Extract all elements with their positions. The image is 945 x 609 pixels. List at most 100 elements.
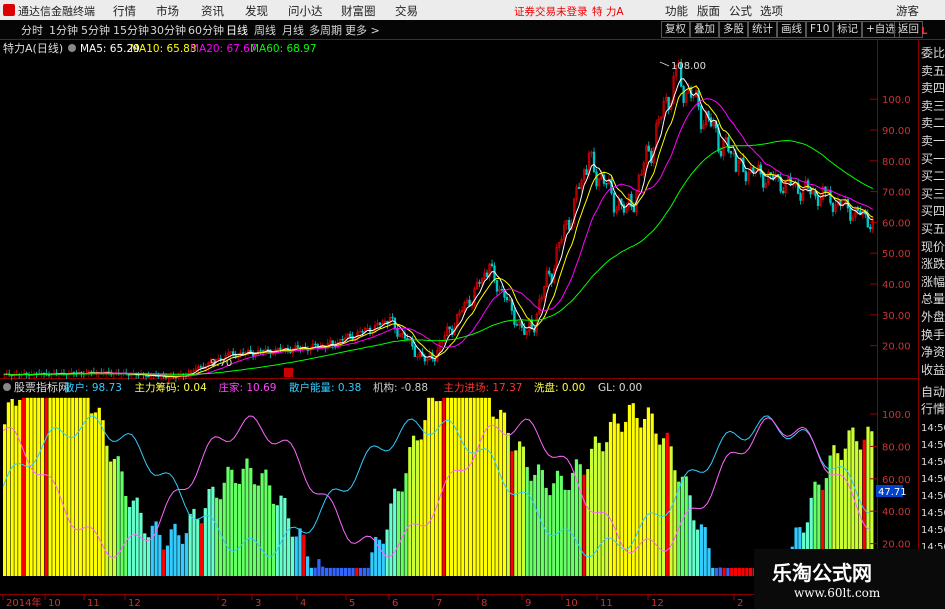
- panel-item[interactable]: 卖一: [921, 134, 945, 148]
- statistics-button[interactable]: 统计: [748, 21, 777, 38]
- candle-body: [567, 220, 571, 230]
- indicator-bar: [449, 397, 454, 576]
- indicator-bar: [733, 567, 738, 576]
- indicator-bar: [101, 420, 105, 576]
- panel-item[interactable]: 卖五: [921, 64, 945, 78]
- back-button[interactable]: 返回: [894, 21, 923, 38]
- stock-name: 特 力A: [592, 6, 624, 18]
- candle-body: [391, 316, 394, 319]
- f10-button[interactable]: F10: [806, 21, 834, 38]
- price-y-label: 60.00: [882, 218, 911, 229]
- indicator-bar: [601, 451, 605, 576]
- panel-item[interactable]: 总量: [921, 292, 945, 306]
- indicator-bar: [525, 467, 529, 576]
- panel-time: 14:50: [921, 423, 945, 434]
- indicator-bar: [279, 495, 283, 576]
- candle-body: [585, 169, 588, 176]
- indicator-bar: [241, 468, 245, 576]
- period-15min[interactable]: 15分钟: [113, 22, 149, 38]
- indicator-bar: [86, 397, 90, 576]
- panel-lower-item[interactable]: 行情: [921, 402, 945, 416]
- panel-tab-l[interactable]: L: [921, 26, 927, 37]
- indicator-bar: [639, 427, 643, 576]
- period-5min[interactable]: 5分钟: [81, 22, 110, 38]
- draw-line-button[interactable]: 画线: [777, 21, 806, 38]
- period-1min[interactable]: 1分钟: [49, 22, 78, 38]
- overlay-button[interactable]: 叠加: [690, 21, 719, 38]
- indicator-settings-icon[interactable]: [3, 383, 11, 391]
- menu-trade[interactable]: 交易: [395, 3, 418, 19]
- settings-icon[interactable]: [68, 44, 76, 52]
- adjust-button[interactable]: 复权: [661, 21, 690, 38]
- menu-formula[interactable]: 公式: [729, 3, 752, 19]
- period-multi[interactable]: 多周期: [309, 22, 342, 38]
- panel-item[interactable]: 收益: [921, 363, 945, 377]
- event-marker[interactable]: [284, 368, 293, 377]
- indicator-bar: [48, 397, 52, 576]
- menu-function[interactable]: 功能: [665, 3, 688, 19]
- panel-item[interactable]: 委比: [921, 46, 945, 60]
- indicator-bar: [745, 567, 749, 576]
- period-more[interactable]: 更多 >: [345, 22, 380, 38]
- period-timeshare[interactable]: 分时: [21, 22, 43, 38]
- indicator-bar: [370, 552, 374, 576]
- indicator-bar: [260, 473, 264, 576]
- panel-item[interactable]: 换手: [921, 328, 945, 342]
- candle-body: [279, 347, 282, 351]
- candle-body: [831, 202, 835, 212]
- guest-label[interactable]: 游客: [896, 3, 919, 19]
- ma10-value: MA10: 65.83: [130, 43, 197, 55]
- panel-item[interactable]: 外盘: [921, 310, 945, 324]
- panel-item[interactable]: 买四: [921, 204, 945, 218]
- menu-quotes[interactable]: 行情: [113, 3, 136, 19]
- x-axis-label: 6: [392, 598, 398, 609]
- menu-market[interactable]: 市场: [156, 3, 179, 19]
- candle-body: [523, 327, 526, 335]
- period-30min[interactable]: 30分钟: [150, 22, 186, 38]
- panel-item[interactable]: 买五: [921, 222, 945, 236]
- panel-item[interactable]: 买三: [921, 187, 945, 201]
- indicator-bar: [571, 472, 575, 576]
- panel-item[interactable]: 卖四: [921, 81, 945, 95]
- panel-item[interactable]: 净资: [921, 345, 945, 359]
- menu-news[interactable]: 资讯: [201, 3, 224, 19]
- indicator-bar: [510, 451, 514, 576]
- period-weekly[interactable]: 周线: [254, 22, 276, 38]
- panel-time: 14:50: [921, 474, 945, 485]
- candle-body: [762, 173, 765, 188]
- indicator-bar: [506, 432, 510, 576]
- indicator-item-0: 散户: 98.73: [64, 381, 122, 394]
- panel-item[interactable]: 卖三: [921, 99, 945, 113]
- panel-time: 14:50: [921, 491, 945, 502]
- panel-item[interactable]: 涨跌: [921, 257, 945, 271]
- indicator-bar: [699, 524, 704, 576]
- candle-body: [341, 338, 344, 341]
- candle-body: [500, 289, 504, 291]
- login-warning[interactable]: 证券交易未登录: [514, 4, 588, 19]
- panel-item[interactable]: 买一: [921, 152, 945, 166]
- indicator-bar: [332, 567, 336, 576]
- menu-wealth-circle[interactable]: 财富圈: [341, 3, 376, 19]
- panel-item[interactable]: 卖二: [921, 116, 945, 130]
- period-daily[interactable]: 日线: [226, 22, 248, 38]
- multi-stock-button[interactable]: 多股: [719, 21, 748, 38]
- candle-body: [47, 374, 51, 376]
- period-monthly[interactable]: 月线: [282, 22, 304, 38]
- indicator-bar: [483, 397, 488, 576]
- menu-ask-xiaoda[interactable]: 问小达: [288, 3, 323, 19]
- menu-options[interactable]: 选项: [760, 3, 783, 19]
- mark-button[interactable]: 标记: [833, 21, 862, 38]
- panel-item[interactable]: 现价: [921, 240, 945, 254]
- panel-item[interactable]: 涨幅: [921, 275, 945, 289]
- indicator-item-7: GL: 0.00: [598, 382, 642, 394]
- menu-layout[interactable]: 版面: [697, 3, 720, 19]
- menu-discover[interactable]: 发现: [245, 3, 268, 19]
- panel-time: 14:50: [921, 525, 945, 536]
- period-60min[interactable]: 60分钟: [188, 22, 224, 38]
- chart-area[interactable]: 2014年 10 11 12 2 3 4 5 6 7 8 9 10 11 12 2 特力A(日线) MA5: …: [0, 40, 918, 609]
- indicator-bar: [340, 567, 344, 576]
- indicator-bar: [234, 483, 238, 576]
- indicator-bar: [158, 534, 162, 576]
- panel-lower-item[interactable]: 自动: [921, 385, 945, 399]
- panel-item[interactable]: 买二: [921, 169, 945, 183]
